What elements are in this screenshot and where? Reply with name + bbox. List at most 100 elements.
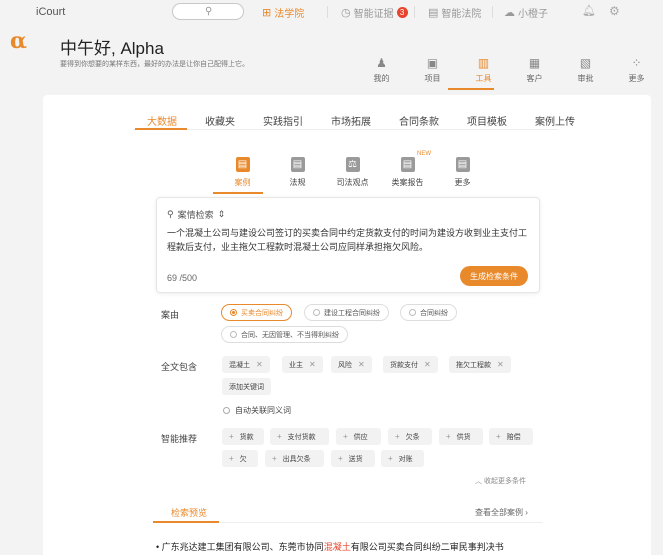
case-query-textarea[interactable]: ⚲ 案情检索 ⇕ 一个混凝土公司与建设公司签订的买卖合同中约定货款支付的时间为建… xyxy=(156,197,540,293)
module-approval[interactable]: ▧ 审批 xyxy=(560,56,611,84)
divider xyxy=(414,6,415,18)
chip-label: 货款 xyxy=(239,433,254,441)
module-label: 我的 xyxy=(373,74,390,83)
collapse-conditions-link[interactable]: ︿ 收起更多条件 xyxy=(475,476,526,486)
plus-icon: + xyxy=(338,454,343,463)
option-label: 合同、无因管理、不当得利纠纷 xyxy=(241,331,339,339)
char-counter: 69 /500 xyxy=(167,273,197,283)
law-icon: ▤ xyxy=(290,157,305,172)
close-icon[interactable]: ✕ xyxy=(358,360,365,369)
keyword-chip[interactable]: 货款支付 ✕ xyxy=(383,356,438,373)
option-label: 合同纠纷 xyxy=(420,309,448,317)
recommend-chip[interactable]: + 送货 xyxy=(331,450,375,467)
subtab-label: 司法观点 xyxy=(336,178,369,187)
recommend-chip[interactable]: + 支付货款 xyxy=(270,428,329,445)
notification-badge: 3 xyxy=(396,7,408,18)
tab-contract-clauses[interactable]: 合同条款 xyxy=(385,113,453,128)
view-all-cases-link[interactable]: 查看全部案例 › xyxy=(475,507,528,518)
more-doc-icon: ▤ xyxy=(455,157,470,172)
tab-practice-guide[interactable]: 实践指引 xyxy=(249,113,317,128)
generate-conditions-button[interactable]: 生成检索条件 xyxy=(460,266,528,286)
recommend-chip[interactable]: + 供货 xyxy=(439,428,483,445)
radio-icon xyxy=(313,309,320,316)
active-tab-indicator xyxy=(135,128,187,130)
bullet-icon: • xyxy=(156,542,160,552)
fulltext-label: 全文包含 xyxy=(161,362,198,372)
cause-option-construction-contract[interactable]: 建设工程合同纠纷 xyxy=(304,304,389,321)
auto-synonym-toggle[interactable]: 自动关联同义词 xyxy=(223,405,291,416)
book-icon: ⊞ xyxy=(262,7,272,19)
tab-search-preview[interactable]: 检索预览 xyxy=(171,506,207,519)
cause-option-contract-management[interactable]: 合同、无因管理、不当得利纠纷 xyxy=(221,326,348,343)
tab-favorites[interactable]: 收藏夹 xyxy=(191,113,249,128)
chip-label: 送货 xyxy=(348,455,363,463)
nav-smart-evidence[interactable]: ◷ 智能证据 3 xyxy=(341,5,408,20)
cause-option-sales-contract[interactable]: 买卖合同纠纷 xyxy=(221,304,292,321)
add-keyword-button[interactable]: 添加关键词 xyxy=(222,378,271,395)
module-tools[interactable]: ▥ 工具 xyxy=(458,56,509,84)
module-mine[interactable]: ♟ 我的 xyxy=(356,56,407,84)
keyword-chip[interactable]: 业主 ✕ xyxy=(282,356,323,373)
cause-option-contract[interactable]: 合同纠纷 xyxy=(400,304,457,321)
tabs-divider xyxy=(133,129,558,130)
result-item[interactable]: • 广东兆达建工集团有限公司、东莞市协同混凝土有限公司买卖合同纠纷二审民事判决书 xyxy=(156,540,504,553)
updown-icon: ⇕ xyxy=(217,209,226,219)
chip-label: 欠条 xyxy=(405,433,420,441)
nav-law-school[interactable]: ⊞ 法学院 xyxy=(262,5,304,20)
toolbox-icon: ▥ xyxy=(477,56,490,70)
app-logo[interactable]: α xyxy=(10,28,27,54)
recommend-chip[interactable]: + 对账 xyxy=(381,450,424,467)
recommend-chip[interactable]: + 货款 xyxy=(222,428,264,445)
recommend-chip[interactable]: + 欠条 xyxy=(388,428,432,445)
plus-icon: + xyxy=(229,432,234,441)
recommend-label: 智能推荐 xyxy=(161,434,198,444)
recommend-chip[interactable]: + 供应 xyxy=(336,428,381,445)
tab-big-data[interactable]: 大数据 xyxy=(133,113,191,128)
tab-case-upload[interactable]: 案例上传 xyxy=(521,113,589,128)
recommend-chip[interactable]: + 出具欠条 xyxy=(265,450,324,467)
tab-project-templates[interactable]: 项目模板 xyxy=(453,113,521,128)
subtab-label: 法规 xyxy=(289,178,306,187)
bell-icon[interactable]: 🔔︎ xyxy=(582,4,596,17)
close-icon[interactable]: ✕ xyxy=(309,360,316,369)
module-nav: ♟ 我的 ▣ 项目 ▥ 工具 ▦ 客户 ▧ 审批 ⁘ 更多 xyxy=(356,56,662,84)
chevron-up-icon: ︿ xyxy=(475,478,482,485)
client-icon: ▦ xyxy=(528,56,541,70)
chevron-right-icon: › xyxy=(525,508,528,517)
char-max: /500 xyxy=(179,273,198,283)
chip-label: 对账 xyxy=(398,455,413,463)
module-more[interactable]: ⁘ 更多 xyxy=(611,56,662,84)
keyword-chip[interactable]: 拖欠工程款 ✕ xyxy=(449,356,511,373)
nav-smart-evidence-label: 智能证据 xyxy=(353,9,394,20)
module-projects[interactable]: ▣ 项目 xyxy=(407,56,458,84)
keyword-chip[interactable]: 混凝土 ✕ xyxy=(222,356,270,373)
subtab-judicial-opinions[interactable]: ⚖ 司法观点 xyxy=(325,157,380,188)
query-text[interactable]: 一个混凝土公司与建设公司签订的买卖合同中约定货款支付的时间为建设方收到业主支付工… xyxy=(167,226,531,254)
subtab-more[interactable]: ▤ 更多 xyxy=(435,157,490,188)
recommend-chip[interactable]: + 赔偿 xyxy=(489,428,533,445)
tab-market-expansion[interactable]: 市场拓展 xyxy=(317,113,385,128)
keyword-chip[interactable]: 风险 ✕ xyxy=(331,356,372,373)
close-icon[interactable]: ✕ xyxy=(256,360,263,369)
nav-smart-court-label: 智能法院 xyxy=(441,9,482,20)
chip-label: 混凝土 xyxy=(229,361,250,369)
global-search-input[interactable]: ⚲ xyxy=(172,3,244,20)
subtab-similar-case-report[interactable]: NEW ▤ 类案报告 xyxy=(380,151,435,188)
close-icon[interactable]: ✕ xyxy=(497,360,504,369)
search-mode-select[interactable]: ⚲ 案情检索 ⇕ xyxy=(167,208,225,221)
gear-icon[interactable]: ⚙ xyxy=(609,4,620,18)
result-title-highlight: 混凝土 xyxy=(323,542,351,552)
nav-xiaochengzi[interactable]: ☁ 小橙子 xyxy=(504,5,548,20)
module-label: 客户 xyxy=(526,74,543,83)
recommend-chip[interactable]: + 欠 xyxy=(222,450,258,467)
subtab-cases[interactable]: ▤ 案例 xyxy=(215,157,270,188)
module-clients[interactable]: ▦ 客户 xyxy=(509,56,560,84)
chip-label: 供货 xyxy=(456,433,471,441)
close-icon[interactable]: ✕ xyxy=(424,360,431,369)
nav-law-school-label: 法学院 xyxy=(274,9,305,20)
subtab-laws[interactable]: ▤ 法规 xyxy=(270,157,325,188)
case-icon: ▤ xyxy=(235,157,250,172)
radio-icon xyxy=(230,331,237,338)
divider xyxy=(327,6,328,18)
nav-smart-court[interactable]: ▤ 智能法院 xyxy=(428,5,481,20)
